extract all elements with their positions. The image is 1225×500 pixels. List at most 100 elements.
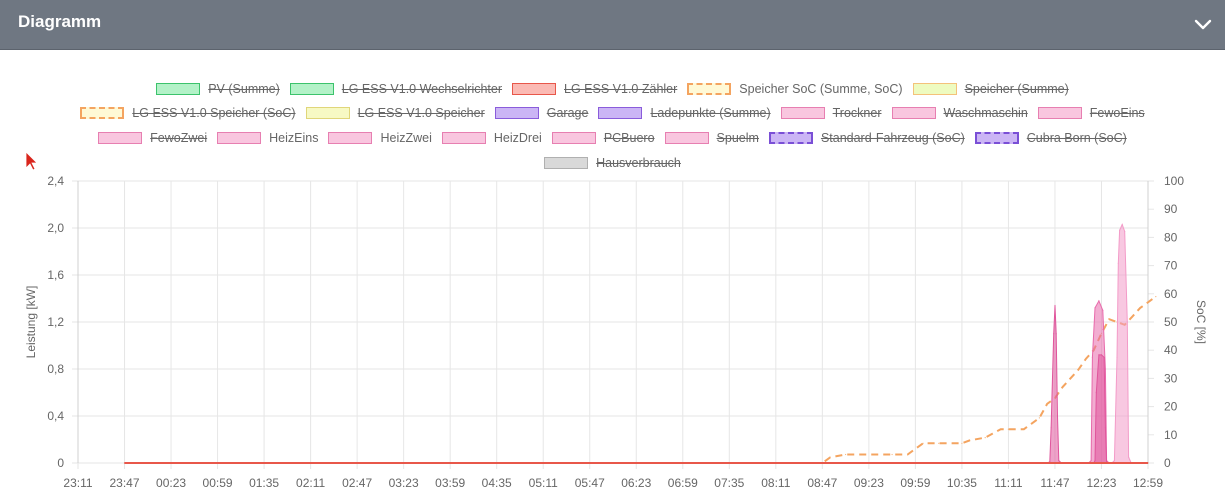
data-point	[961, 442, 963, 444]
data-point	[1116, 356, 1118, 358]
x-tick-label: 12:23	[1086, 476, 1116, 490]
x-tick-label: 01:35	[249, 476, 279, 490]
data-point	[1155, 296, 1157, 298]
x-tick-label: 06:23	[621, 476, 651, 490]
y-tick-label: 0,8	[47, 362, 64, 376]
data-point	[1139, 307, 1141, 309]
y2-tick-label: 90	[1164, 202, 1178, 216]
y-axis-title: Leistung [kW]	[24, 286, 38, 359]
data-point	[1007, 428, 1010, 430]
y2-tick-label: 80	[1164, 230, 1178, 244]
y-tick-label: 1,2	[47, 315, 64, 329]
y2-tick-label: 10	[1164, 428, 1178, 442]
x-tick-label: 05:11	[529, 476, 558, 490]
x-tick-label: 10:35	[947, 476, 977, 490]
series-area	[1110, 223, 1132, 464]
x-tick-label: 08:11	[761, 476, 790, 490]
x-tick-label: 05:47	[575, 476, 605, 490]
data-point	[1103, 356, 1105, 358]
data-point	[1095, 391, 1097, 394]
x-tick-label: 12:59	[1133, 476, 1163, 490]
data-point	[1056, 415, 1059, 417]
x-tick-label: 11:47	[1040, 476, 1069, 490]
data-point	[1000, 428, 1002, 430]
data-point	[1108, 318, 1110, 320]
data-point	[1046, 403, 1048, 405]
data-point	[1094, 460, 1096, 462]
x-tick-label: 08:47	[807, 476, 837, 490]
x-tick-label: 02:47	[342, 476, 372, 490]
data-point	[876, 453, 878, 456]
x-tick-label: 23:11	[63, 476, 92, 490]
data-point	[1062, 386, 1064, 388]
data-point	[1131, 315, 1134, 317]
data-point	[1124, 230, 1126, 233]
data-point	[1121, 223, 1123, 226]
x-tick-label: 04:35	[482, 476, 512, 490]
y-tick-label: 2,0	[47, 221, 64, 235]
data-point	[891, 453, 893, 456]
y2-tick-label: 60	[1164, 287, 1178, 301]
y-tick-label: 1,6	[47, 268, 64, 282]
data-point	[1113, 460, 1115, 462]
series-area	[1046, 305, 1064, 464]
data-point	[1054, 304, 1056, 307]
data-point	[123, 462, 126, 464]
data-point	[1147, 462, 1149, 464]
data-point	[984, 437, 986, 439]
data-point	[1098, 300, 1100, 302]
x-tick-label: 00:59	[203, 476, 233, 490]
chart: 23:11 23:47 00:23 00:59 01:35 02:11 02:47 03:23…	[24, 174, 1208, 490]
data-point	[1100, 354, 1103, 356]
data-point	[938, 442, 940, 444]
y2-tick-label: 20	[1164, 400, 1178, 414]
data-point	[1128, 456, 1130, 458]
x-tick-label: 23:47	[110, 476, 140, 490]
x-tick-label: 03:23	[389, 476, 419, 490]
data-point	[1077, 369, 1079, 371]
data-point	[1023, 428, 1025, 430]
data-point	[1090, 460, 1092, 462]
data-point	[1038, 417, 1040, 419]
data-point	[1091, 356, 1093, 358]
data-point	[1126, 321, 1128, 323]
data-point	[1104, 427, 1106, 429]
data-point	[1094, 307, 1096, 309]
data-point	[1102, 309, 1104, 311]
data-point	[1119, 229, 1121, 231]
data-point	[845, 453, 847, 456]
y2-tick-label: 50	[1164, 315, 1178, 329]
data-point	[1117, 262, 1119, 264]
y2-tick-label: 0	[1164, 456, 1171, 470]
data-point	[953, 442, 955, 444]
x-tick-label: 09:23	[854, 476, 884, 490]
x-tick-label: 02:11	[296, 476, 325, 490]
data-point	[1050, 427, 1052, 429]
data-point	[1058, 460, 1060, 462]
data-point	[829, 456, 831, 458]
y2-tick-label: 70	[1164, 259, 1178, 273]
y-tick-label: 0,4	[47, 409, 64, 423]
x-tick-label: 00:23	[156, 476, 186, 490]
y-tick-label: 0	[57, 456, 64, 470]
x-tick-label: 11:11	[994, 476, 1023, 490]
y2-tick-label: 100	[1164, 174, 1184, 188]
x-tick-label: 03:59	[435, 476, 465, 490]
data-point	[860, 453, 862, 456]
data-point	[1098, 354, 1100, 356]
data-point	[969, 439, 971, 441]
y2-axis-title: SoC [%]	[1194, 300, 1208, 344]
x-tick-label: 07:35	[714, 476, 744, 490]
x-tick-label: 09:59	[900, 476, 930, 490]
y-tick-label: 2,4	[47, 174, 64, 188]
data-point	[1104, 368, 1106, 370]
y2-tick-label: 30	[1164, 371, 1178, 385]
data-point	[1147, 301, 1149, 303]
data-point	[907, 453, 909, 456]
data-point	[922, 442, 924, 444]
data-point	[1085, 358, 1087, 360]
data-point	[1053, 333, 1055, 335]
x-tick-label: 06:59	[668, 476, 698, 490]
data-point	[1055, 333, 1057, 335]
y2-tick-label: 40	[1164, 343, 1178, 357]
